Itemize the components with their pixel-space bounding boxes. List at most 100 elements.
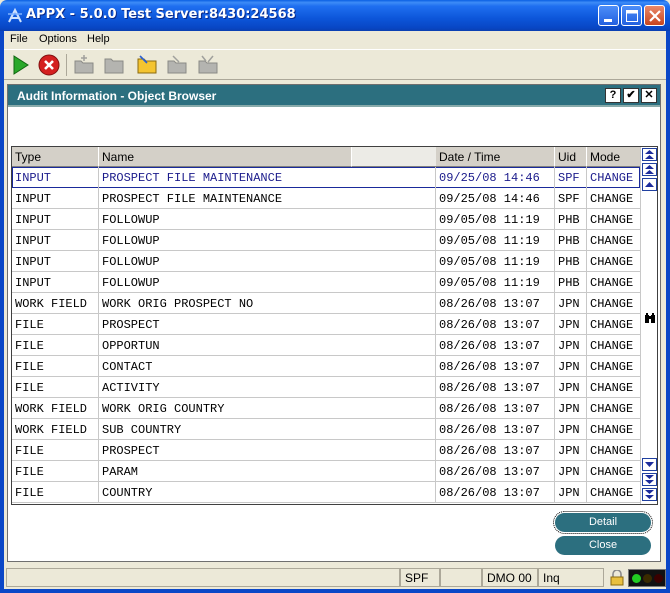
cell-type: INPUT	[12, 272, 99, 293]
appx-logo-icon	[8, 7, 22, 23]
menu-file[interactable]: File	[10, 33, 28, 45]
cell-type: FILE	[12, 335, 99, 356]
detail-button[interactable]: Detail	[553, 511, 653, 534]
column-header-type[interactable]: Type	[12, 147, 99, 167]
dialog-ok-button[interactable]: ✔	[623, 88, 639, 103]
window-close-button[interactable]	[644, 5, 665, 26]
dialog-title: Audit Information - Object Browser	[17, 89, 217, 103]
cell-mode: CHANGE	[590, 381, 634, 395]
close-button[interactable]: Close	[555, 536, 651, 555]
cell-datetime: 08/26/08 13:07	[436, 419, 555, 440]
open-folder-icon[interactable]	[135, 53, 159, 77]
cell-datetime: 08/26/08 13:07	[436, 335, 555, 356]
cell-name: OPPORTUN	[99, 335, 436, 356]
cell-name: SUB COUNTRY	[99, 419, 436, 440]
cell-datetime: 08/26/08 13:07	[436, 356, 555, 377]
cell-uid: SPF	[555, 188, 587, 209]
maximize-button[interactable]	[621, 5, 642, 26]
cell-type: INPUT	[12, 188, 99, 209]
dialog-close-button[interactable]: ✕	[641, 88, 657, 103]
table-row[interactable]: FILE COUNTRY 08/26/08 13:07 JPN CHANGE	[12, 482, 640, 503]
dialog-help-button[interactable]: ?	[605, 88, 621, 103]
window-frame-bottom	[0, 589, 670, 593]
cell-datetime: 08/26/08 13:07	[436, 482, 555, 503]
window-titlebar[interactable]: APPX - 5.0.0 Test Server:8430:24568	[0, 0, 670, 31]
window-frame-left	[0, 31, 4, 593]
toolbar-separator	[66, 54, 67, 76]
folder-icon[interactable]	[102, 53, 126, 77]
table-row[interactable]: FILE ACTIVITY 08/26/08 13:07 JPN CHANGE	[12, 377, 640, 398]
cell-name: COUNTRY	[99, 482, 436, 503]
window-frame-right	[666, 31, 670, 593]
audit-grid[interactable]: Type Name Date / Time Uid Mode INPUT PROS…	[11, 146, 658, 505]
table-row[interactable]: FILE PARAM 08/26/08 13:07 JPN CHANGE	[12, 461, 640, 482]
table-row[interactable]: WORK FIELD WORK ORIG PROSPECT NO 08/26/08 …	[12, 293, 640, 314]
table-row[interactable]: WORK FIELD SUB COUNTRY 08/26/08 13:07 JPN CH…	[12, 419, 640, 440]
cell-name: PARAM	[99, 461, 436, 482]
cell-type: FILE	[12, 461, 99, 482]
cell-datetime: 09/05/08 11:19	[436, 251, 555, 272]
column-header-uid[interactable]: Uid	[555, 147, 587, 167]
cell-datetime: 08/26/08 13:07	[436, 314, 555, 335]
menu-help[interactable]: Help	[87, 33, 110, 45]
cell-uid: JPN	[555, 419, 587, 440]
table-row[interactable]: INPUT FOLLOWUP 09/05/08 11:19 PHB CHANGE	[12, 251, 640, 272]
cell-name: PROSPECT FILE MAINTENANCE	[99, 167, 436, 188]
scroll-page-down-icon[interactable]	[642, 473, 657, 486]
table-row[interactable]: INPUT FOLLOWUP 09/05/08 11:19 PHB CHANGE	[12, 209, 640, 230]
folder-disabled-icon-2[interactable]	[196, 53, 220, 77]
cell-uid: PHB	[555, 251, 587, 272]
column-header-name[interactable]: Name	[99, 147, 352, 167]
table-row[interactable]: INPUT PROSPECT FILE MAINTENANCE 09/25/08 1…	[12, 188, 640, 209]
table-row[interactable]: FILE OPPORTUN 08/26/08 13:07 JPN CHANGE	[12, 335, 640, 356]
table-row[interactable]: FILE PROSPECT 08/26/08 13:07 JPN CHANGE	[12, 440, 640, 461]
play-icon[interactable]	[8, 53, 32, 77]
minimize-button[interactable]	[598, 5, 619, 26]
cell-uid: JPN	[555, 461, 587, 482]
cell-datetime: 08/26/08 13:07	[436, 293, 555, 314]
cell-type: FILE	[12, 482, 99, 503]
scroll-page-up-icon[interactable]	[642, 163, 657, 176]
table-row[interactable]: FILE CONTACT 08/26/08 13:07 JPN CHANGE	[12, 356, 640, 377]
cell-type: FILE	[12, 356, 99, 377]
folder-disabled-icon[interactable]	[165, 53, 189, 77]
cell-datetime: 09/05/08 11:19	[436, 272, 555, 293]
table-row[interactable]: INPUT FOLLOWUP 09/05/08 11:19 PHB CHANGE	[12, 230, 640, 251]
table-row[interactable]: FILE PROSPECT 08/26/08 13:07 JPN CHANGE	[12, 314, 640, 335]
column-header-datetime[interactable]: Date / Time	[436, 147, 555, 167]
column-header-mode[interactable]: Mode	[587, 147, 640, 167]
menu-options[interactable]: Options	[39, 33, 77, 45]
grid-header: Type Name Date / Time Uid Mode	[12, 147, 640, 167]
cell-type: INPUT	[12, 167, 99, 188]
table-row[interactable]: WORK FIELD WORK ORIG COUNTRY 08/26/08 13:0…	[12, 398, 640, 419]
cell-datetime: 09/05/08 11:19	[436, 230, 555, 251]
cell-name: PROSPECT	[99, 440, 436, 461]
dialog-titlebar: Audit Information - Object Browser ? ✔ ✕	[8, 85, 660, 107]
cell-mode: CHANGE	[590, 360, 634, 374]
cell-name: FOLLOWUP	[99, 230, 436, 251]
cell-mode: CHANGE	[590, 297, 634, 311]
cell-name: FOLLOWUP	[99, 209, 436, 230]
status-blank	[440, 568, 482, 587]
stop-icon[interactable]	[37, 53, 61, 77]
table-row[interactable]: INPUT PROSPECT FILE MAINTENANCE 09/25/08 1…	[12, 167, 640, 188]
find-binoculars-icon[interactable]	[644, 312, 656, 324]
vertical-scrollbar[interactable]	[640, 147, 657, 504]
cell-uid: PHB	[555, 209, 587, 230]
new-folder-icon[interactable]	[72, 53, 96, 77]
table-row[interactable]: INPUT FOLLOWUP 09/05/08 11:19 PHB CHANGE	[12, 272, 640, 293]
status-bar: SPF DMO 00 Inq	[4, 566, 666, 589]
scroll-up-icon[interactable]	[642, 178, 657, 191]
cell-mode: CHANGE	[590, 255, 634, 269]
green-light-icon	[632, 574, 641, 583]
cell-mode: CHANGE	[590, 276, 634, 290]
cell-uid: JPN	[555, 293, 587, 314]
cell-mode: CHANGE	[590, 402, 634, 416]
cell-uid: JPN	[555, 377, 587, 398]
cell-mode: CHANGE	[590, 192, 634, 206]
cell-uid: JPN	[555, 356, 587, 377]
cell-uid: SPF	[555, 167, 587, 188]
scroll-bottom-icon[interactable]	[642, 488, 657, 501]
scroll-down-icon[interactable]	[642, 458, 657, 471]
scroll-top-icon[interactable]	[642, 148, 657, 161]
